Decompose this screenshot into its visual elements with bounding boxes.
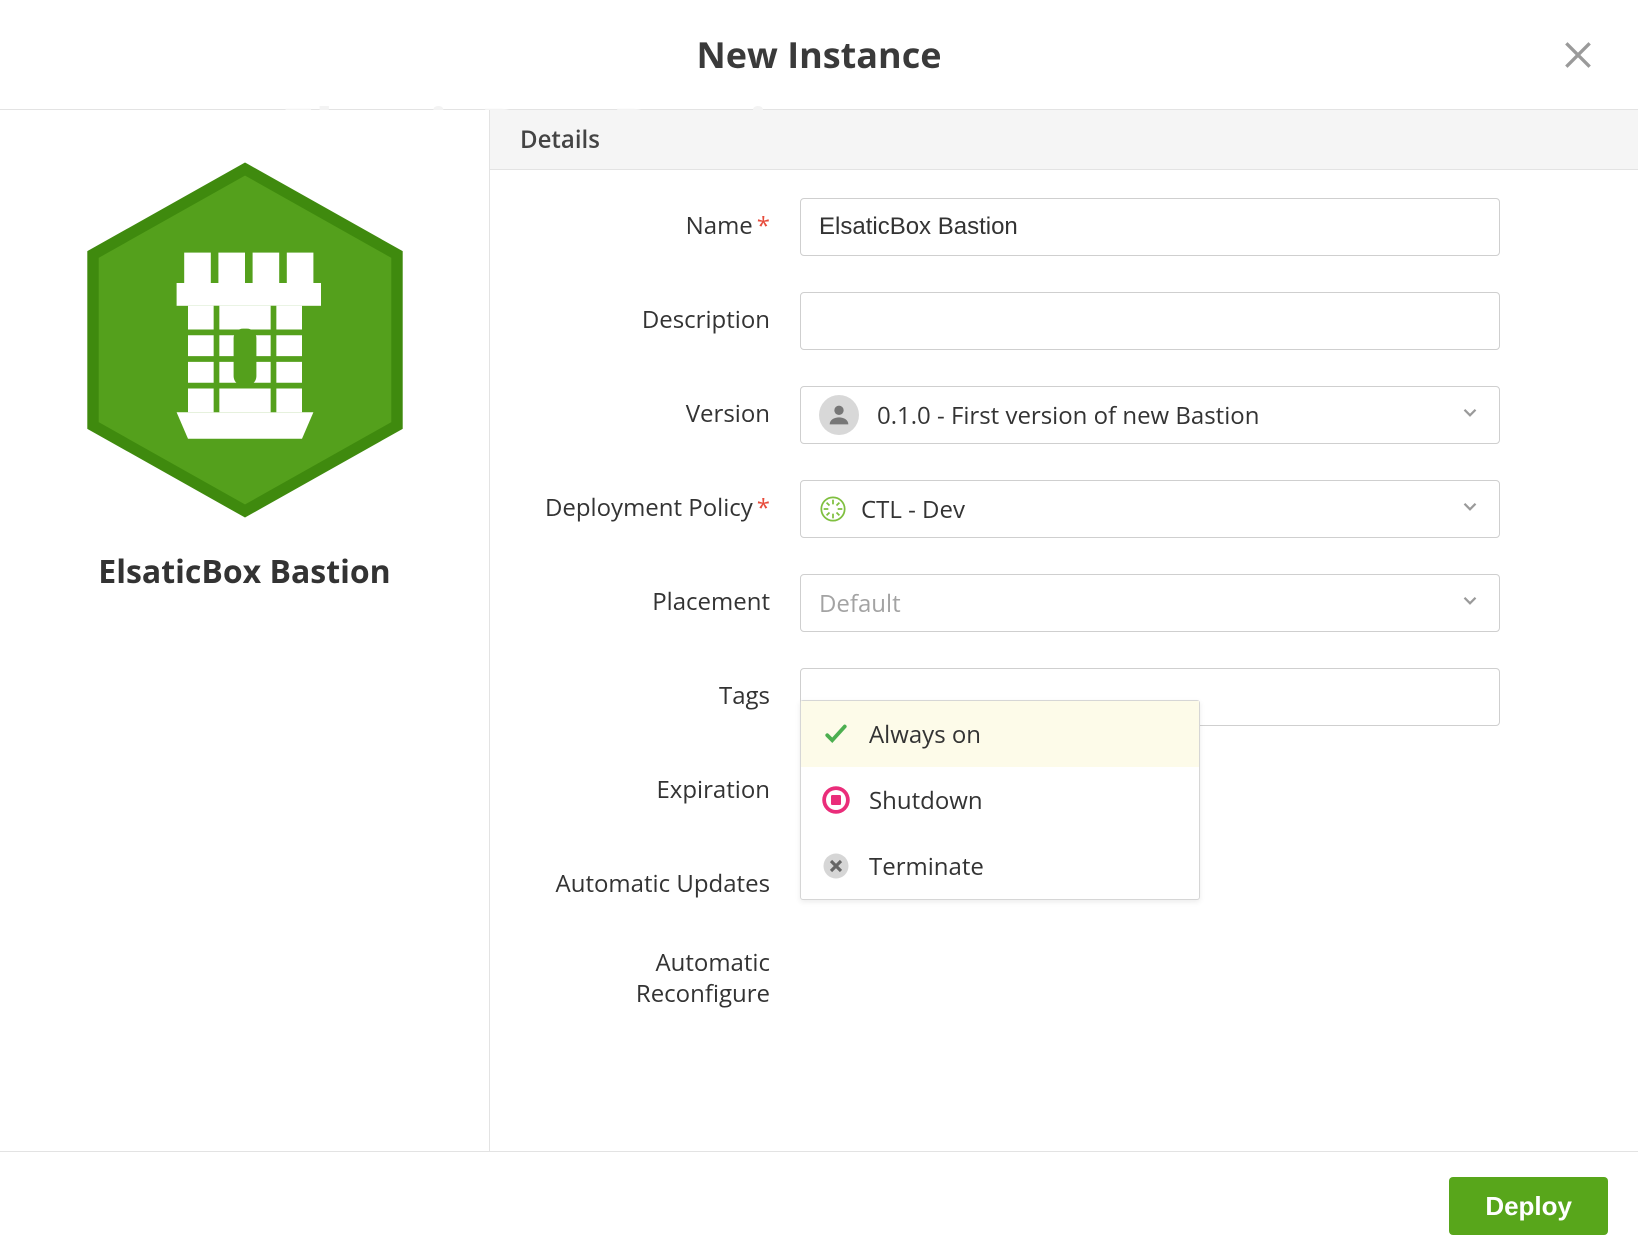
box-preview-panel: ElsaticBox Bastion <box>0 110 490 1151</box>
description-label: Description <box>520 292 800 335</box>
option-label: Terminate <box>869 850 984 883</box>
deploy-button[interactable]: Deploy <box>1449 1177 1608 1235</box>
row-description: Description <box>520 292 1608 350</box>
row-deployment-policy: Deployment Policy* CTL - Dev <box>520 480 1608 538</box>
form-area: Name* Description Version <box>490 170 1638 1086</box>
deployment-policy-value: CTL - Dev <box>861 493 965 526</box>
deployment-policy-label-text: Deployment Policy <box>545 491 753 524</box>
row-placement: Placement Default <box>520 574 1608 632</box>
option-label: Shutdown <box>869 784 983 817</box>
user-avatar-icon <box>819 395 859 435</box>
name-label: Name* <box>520 198 800 241</box>
chevron-down-icon <box>1459 399 1481 432</box>
option-label: Always on <box>869 718 981 751</box>
expiration-dropdown: Always on Shutdown Terminate <box>800 700 1200 900</box>
description-input[interactable] <box>800 292 1500 350</box>
row-automatic-reconfigure: Automatic Reconfigure <box>520 935 1608 1009</box>
expiration-option-always-on[interactable]: Always on <box>801 701 1199 767</box>
new-instance-dialog: New Instance ElsaticBox Bastion <box>0 0 1638 1260</box>
stop-icon <box>821 785 851 815</box>
deployment-policy-label: Deployment Policy* <box>520 480 800 523</box>
check-icon <box>821 719 851 749</box>
form-panel: Details Name* Description <box>490 110 1638 1151</box>
placement-label: Placement <box>520 574 800 617</box>
version-select[interactable]: 0.1.0 - First version of new Bastion <box>800 386 1500 444</box>
expiration-option-shutdown[interactable]: Shutdown <box>801 767 1199 833</box>
chevron-down-icon <box>1459 493 1481 526</box>
dialog-footer: Deploy <box>0 1152 1638 1260</box>
box-name-label: ElsaticBox Bastion <box>98 550 390 593</box>
version-label: Version <box>520 386 800 429</box>
box-icon <box>55 150 435 530</box>
details-section-header: Details <box>490 110 1638 170</box>
expiration-label: Expiration <box>520 762 800 805</box>
expiration-option-terminate[interactable]: Terminate <box>801 833 1199 899</box>
chevron-down-icon <box>1459 587 1481 620</box>
required-mark: * <box>757 491 770 524</box>
name-label-text: Name <box>686 209 753 242</box>
dialog-body: ElsaticBox Bastion <box>0 110 1638 1152</box>
required-mark: * <box>757 209 770 242</box>
automatic-updates-label: Automatic Updates <box>520 856 800 899</box>
name-input[interactable] <box>800 198 1500 256</box>
dialog-title: New Instance <box>697 30 942 79</box>
placement-select[interactable]: Default <box>800 574 1500 632</box>
close-circle-icon <box>821 851 851 881</box>
version-value: 0.1.0 - First version of new Bastion <box>877 399 1259 432</box>
placement-placeholder: Default <box>819 587 901 620</box>
tags-label: Tags <box>520 668 800 711</box>
close-icon <box>1558 35 1598 75</box>
dialog-header: New Instance <box>0 0 1638 110</box>
row-name: Name* <box>520 198 1608 256</box>
row-version: Version 0.1.0 - First version of new Bas… <box>520 386 1608 444</box>
ctl-logo-icon <box>819 495 847 523</box>
deployment-policy-select[interactable]: CTL - Dev <box>800 480 1500 538</box>
automatic-reconfigure-label: Automatic Reconfigure <box>520 935 800 1009</box>
close-button[interactable] <box>1558 35 1598 75</box>
